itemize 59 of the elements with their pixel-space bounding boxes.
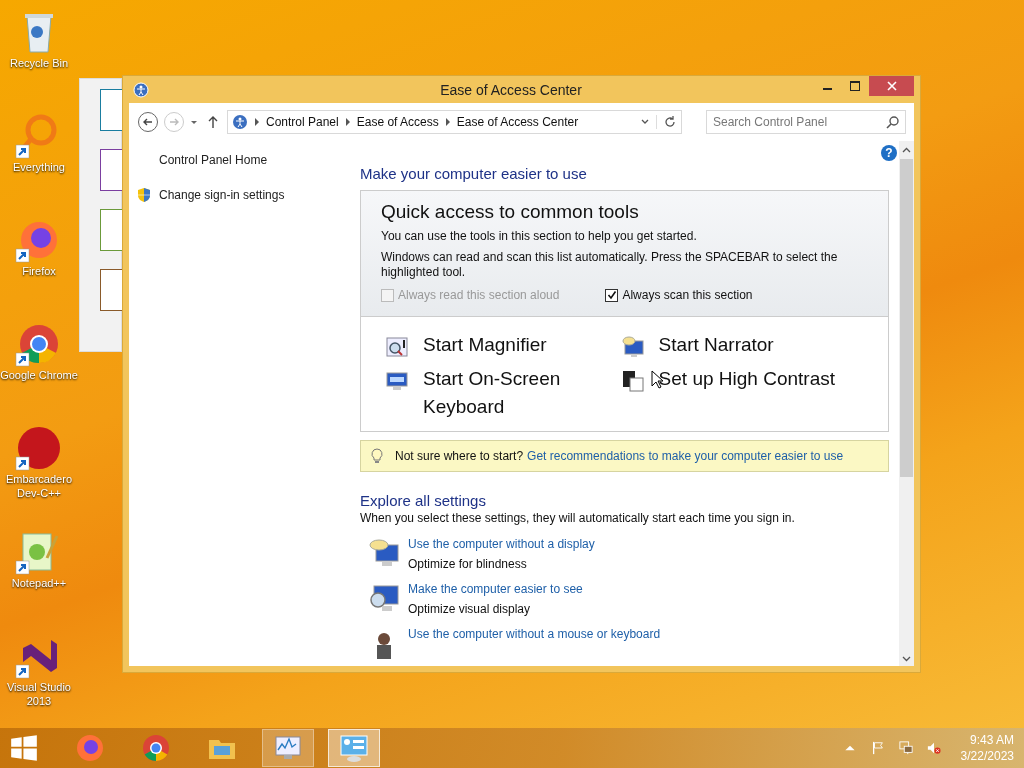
settings-description: Optimize visual display bbox=[408, 602, 532, 616]
tool-link[interactable]: Start Narrator bbox=[658, 331, 774, 359]
up-arrow-icon[interactable] bbox=[207, 115, 219, 129]
description-text: You can use the tools in this section to help you get started. bbox=[381, 229, 698, 244]
scroll-up-icon[interactable] bbox=[902, 147, 911, 153]
taskbar-button[interactable] bbox=[262, 729, 314, 767]
speech-monitor-icon[interactable] bbox=[620, 335, 645, 359]
checkbox[interactable] bbox=[605, 288, 619, 302]
window-title: Ease of Access Center bbox=[439, 81, 583, 98]
breadcrumb-item[interactable]: Ease of Access bbox=[356, 115, 439, 129]
speech-monitor-icon[interactable] bbox=[368, 537, 400, 569]
windows-logo-icon[interactable] bbox=[10, 734, 38, 762]
section-heading: Explore all settings bbox=[360, 492, 487, 509]
ease-of-access-icon bbox=[133, 81, 149, 98]
refresh-icon[interactable] bbox=[656, 115, 677, 129]
minimize-icon bbox=[822, 88, 832, 90]
network-icon[interactable] bbox=[898, 741, 913, 755]
section-description: When you select these settings, they will automatically start each time you sign in. bbox=[360, 511, 796, 525]
address-bar[interactable]: Control Panel Ease of Access Ease of Access Center bbox=[227, 110, 682, 134]
close-icon bbox=[886, 81, 897, 91]
breadcrumb-item[interactable]: Control Panel bbox=[266, 115, 339, 129]
ease-of-access-icon bbox=[232, 114, 248, 130]
breadcrumb-item[interactable]: Ease of Access Center bbox=[456, 115, 579, 129]
sidebar-link[interactable]: Control Panel Home bbox=[159, 153, 268, 167]
magnifier-monitor-icon[interactable] bbox=[368, 582, 400, 614]
tool-link[interactable]: Start Magnifier bbox=[423, 331, 547, 359]
chrome-icon bbox=[140, 732, 172, 764]
keyboard-monitor-icon[interactable] bbox=[385, 369, 409, 393]
tool-link[interactable]: Set up High Contrast bbox=[658, 365, 835, 393]
recommendations-link[interactable]: Get recommendations to make your computer easier to use bbox=[527, 449, 844, 463]
page-heading: Make your computer easier to use bbox=[360, 165, 588, 182]
scroll-down-icon[interactable] bbox=[902, 656, 911, 662]
chevron-right-icon bbox=[254, 118, 260, 126]
settings-description: Optimize for blindness bbox=[408, 557, 528, 571]
description-text: Windows can read and scan this list automatically. Press the SPACEBAR to select the highlighted tool. bbox=[381, 250, 839, 280]
search-icon bbox=[886, 115, 900, 129]
chevron-right-icon bbox=[344, 118, 351, 126]
speaker-muted-icon[interactable] bbox=[926, 741, 941, 755]
section-title: Quick access to common tools bbox=[381, 201, 640, 223]
sidebar-link[interactable]: Change sign-in settings bbox=[159, 188, 285, 202]
checkbox-label[interactable]: Always scan this section bbox=[622, 288, 753, 302]
lightbulb-icon bbox=[371, 448, 383, 464]
maximize-icon bbox=[850, 81, 860, 91]
firefox-icon bbox=[74, 732, 106, 764]
tool-link[interactable]: Start On-Screen Keyboard bbox=[423, 365, 621, 421]
desktop-app-icon[interactable] bbox=[15, 424, 63, 472]
chevron-right-icon bbox=[444, 118, 451, 126]
search-field[interactable]: Search Control Panel bbox=[706, 110, 906, 134]
contrast-icon[interactable] bbox=[620, 369, 645, 393]
settings-link[interactable]: Use the computer without a mouse or keyboard bbox=[408, 627, 661, 641]
control-panel-icon bbox=[338, 732, 370, 764]
help-button[interactable]: ? bbox=[881, 145, 897, 161]
tip-text: Not sure where to start? bbox=[395, 449, 524, 463]
settings-link[interactable]: Make the computer easier to see bbox=[408, 582, 583, 596]
magnifier-icon[interactable] bbox=[385, 335, 409, 359]
background-window[interactable] bbox=[79, 78, 122, 352]
vertical-scrollbar[interactable] bbox=[899, 141, 914, 666]
back-icon[interactable] bbox=[137, 111, 159, 133]
settings-link[interactable]: Use the computer without a display bbox=[408, 537, 595, 551]
